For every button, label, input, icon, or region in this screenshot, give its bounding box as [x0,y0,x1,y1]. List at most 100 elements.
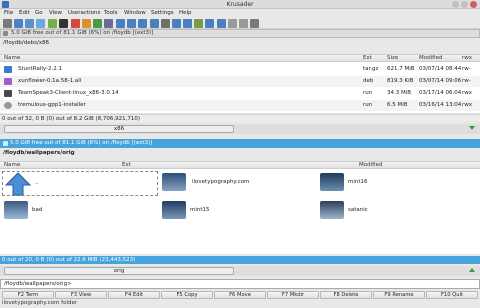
f10-quit-button[interactable]: F10 Quit [426,291,478,299]
f8-delete-button[interactable]: F8 Delete [320,291,372,299]
up-arrow-icon [5,172,31,196]
menu-settings[interactable]: Settings [151,10,174,16]
col-modified-header[interactable]: Modified [419,55,442,62]
minimize-button[interactable] [452,1,459,8]
f2-term-button[interactable]: F2 Term [2,291,54,299]
compare-icon[interactable] [150,19,159,28]
col-ext-header[interactable]: Ext [363,55,372,62]
menu-edit[interactable]: Edit [19,10,30,16]
file-size: 6.5 MiB [387,102,408,108]
folder-icon [162,201,186,219]
f3-view-button[interactable]: F3 View [55,291,107,299]
list-item[interactable]: ilovetypography.com [160,171,316,193]
f7-mkdir-button[interactable]: F7 Mkdir [267,291,319,299]
file-modified: 03/07/14 09:06 [419,78,462,84]
menu-window[interactable]: Window [124,10,146,16]
terminal-icon[interactable] [59,19,68,28]
col-ext-header[interactable]: Ext [122,162,131,169]
archive-icon [4,66,12,73]
title-bar: Krusader [0,0,480,9]
path-bar-bottom[interactable]: /floydb/wallpapers/orig [0,149,480,157]
file-perms: rwx [462,90,473,96]
f4-edit-button[interactable]: F4 Edit [108,291,160,299]
cut-icon[interactable] [82,19,91,28]
column-header-bottom: Name Ext Modified [0,161,480,169]
table-row[interactable]: StuntRally-2.2.1 tar.gz 621.7 MiB 03/07/… [0,64,480,75]
file-grid-bottom[interactable]: .. ilovetypography.com mint16 bad mint15… [0,169,480,254]
free-space-bar-top: 5.0 GiB free out of 81.1 GiB (6%) on /fl… [0,29,480,38]
menu-go[interactable]: Go [35,10,43,16]
file-ext: run [363,102,373,108]
mount-icon[interactable] [172,19,181,28]
tools-icon[interactable] [183,19,192,28]
delete-icon[interactable] [71,19,80,28]
col-name-header[interactable]: Name [4,55,20,62]
copy-icon[interactable] [93,19,102,28]
panel-sync-icon[interactable] [469,268,475,272]
executable-icon [4,90,12,97]
f5-copy-button[interactable]: F5 Copy [161,291,213,299]
properties-icon[interactable] [127,19,136,28]
sync-icon[interactable] [138,19,147,28]
tab-orig[interactable]: orig [4,267,234,275]
panel-sync-icon[interactable] [469,126,475,130]
list-item[interactable]: mint16 [318,171,474,193]
zoom-in-icon[interactable] [228,19,237,28]
file-name: StuntRally-2.2.1 [18,66,63,72]
folder-icon [162,173,186,191]
table-row[interactable]: TeamSpeak3-Client-linux_x86-3.0.14 run 3… [0,88,480,99]
file-size: 621.7 MiB [387,66,415,72]
up-icon[interactable] [14,19,23,28]
f9-rename-button[interactable]: F9 Rename [373,291,425,299]
f6-move-button[interactable]: F6 Move [214,291,266,299]
preview-icon[interactable] [217,19,226,28]
search-icon[interactable] [250,19,259,28]
refresh-icon[interactable] [48,19,57,28]
file-perms: rw- [462,78,471,84]
paste-icon[interactable] [104,19,113,28]
col-name-header[interactable]: Name [4,162,20,169]
list-item[interactable]: mint15 [160,199,316,221]
harddisk-icon [3,31,8,36]
toolbar [0,18,480,29]
table-row[interactable]: xunflower-0.1a.58-1.all deb 819.3 KiB 03… [0,76,480,87]
col-perms-header[interactable]: rwx [462,55,472,62]
package-icon [4,78,12,85]
gear-icon [4,102,12,109]
function-key-bar: F2 Term F3 View F4 Edit F5 Copy F6 Move … [0,290,480,299]
home-icon[interactable] [25,19,34,28]
harddisk-icon [3,141,8,146]
free-space-text-bottom: 5.0 GiB free out of 81.1 GiB (6%) on /fl… [10,140,153,146]
menu-tools[interactable]: Tools [104,10,118,16]
command-line-input[interactable]: /floydb/wallpapers/orig> [0,279,480,289]
path-bar-top[interactable]: /floydb/debs/x86 [0,39,480,47]
sort-icon[interactable] [205,19,214,28]
menu-help[interactable]: Help [179,10,192,16]
reload-icon[interactable] [36,19,45,28]
close-button[interactable] [470,1,477,8]
list-item[interactable]: satanic [318,199,474,221]
file-ext: tar.gz [363,66,379,72]
file-modified: 03/16/14 13:04 [419,102,462,108]
view-icon[interactable] [194,19,203,28]
tab-x86[interactable]: x86 [4,125,234,133]
menu-file[interactable]: File [4,10,13,16]
free-space-bar-bottom: 5.0 GiB free out of 81.1 GiB (6%) on /fl… [0,139,480,148]
list-item[interactable]: .. [2,171,158,196]
file-list-top[interactable]: StuntRally-2.2.1 tar.gz 621.7 MiB 03/07/… [0,62,480,113]
col-modified-header[interactable]: Modified [359,162,382,169]
newfolder-icon[interactable] [116,19,125,28]
maximize-button[interactable] [461,1,468,8]
list-item[interactable]: bad [2,199,158,221]
find-icon[interactable] [161,19,170,28]
table-row[interactable]: tremulous-gpp1-installer run 6.5 MiB 03/… [0,100,480,111]
col-size-header[interactable]: Size [387,55,398,62]
item-name: satanic [348,207,368,213]
menu-view[interactable]: View [49,10,62,16]
zoom-out-icon[interactable] [239,19,248,28]
tab-bar-top: x86 [0,124,480,134]
back-icon[interactable] [3,19,12,28]
status-line-bottom: 0 out of 20, 0 B (0) out of 22.6 MiB (23… [0,256,480,264]
item-name: bad [32,207,43,213]
menu-useractions[interactable]: Useractions [68,10,100,16]
